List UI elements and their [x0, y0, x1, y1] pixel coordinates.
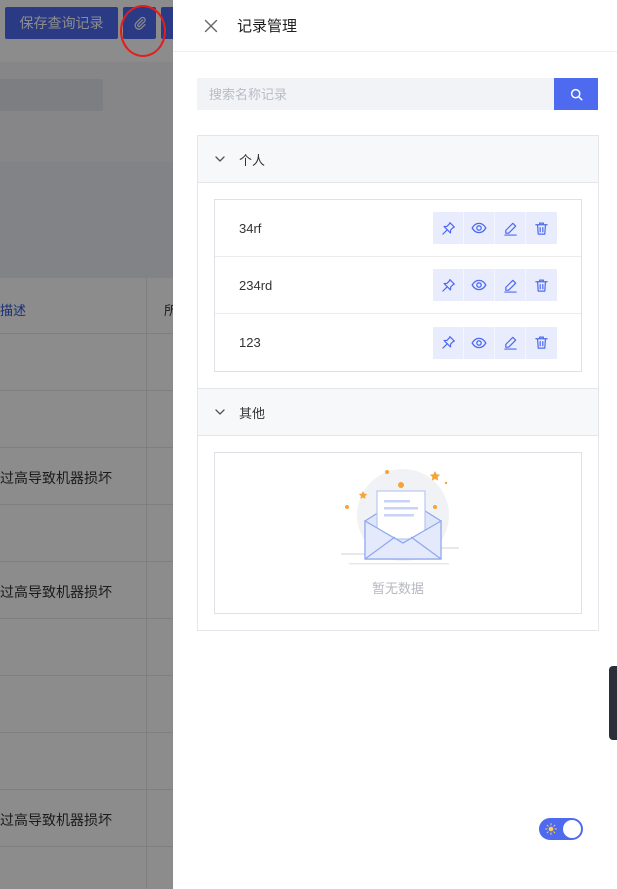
side-float-widget[interactable]	[609, 666, 617, 740]
search-icon	[570, 88, 583, 101]
edit-icon	[503, 222, 517, 236]
delete-button[interactable]	[526, 212, 557, 244]
pin-icon	[441, 278, 455, 292]
record-name: 34rf	[239, 220, 262, 236]
edit-icon	[503, 336, 517, 350]
record-actions	[433, 269, 557, 301]
edit-button[interactable]	[495, 326, 526, 359]
pin-icon	[441, 221, 455, 235]
drawer-title: 记录管理	[237, 18, 298, 35]
edit-icon	[503, 279, 517, 293]
view-button[interactable]	[464, 212, 495, 244]
search-input[interactable]	[197, 78, 554, 110]
record-name: 123	[239, 335, 261, 350]
empty-text: 暂无数据	[371, 581, 424, 596]
pin-button[interactable]	[433, 212, 464, 244]
trash-icon	[535, 336, 548, 349]
pin-button[interactable]	[433, 269, 464, 301]
view-button[interactable]	[464, 269, 495, 301]
delete-button[interactable]	[526, 269, 557, 301]
close-button[interactable]	[203, 18, 219, 34]
drawer-header: 记录管理	[173, 0, 617, 52]
edit-button[interactable]	[495, 269, 526, 301]
empty-state: 暂无数据	[214, 452, 582, 614]
panel-label-personal: 个人	[239, 152, 266, 168]
trash-icon	[535, 222, 548, 235]
trash-icon	[535, 279, 548, 292]
delete-button[interactable]	[526, 327, 557, 359]
record-actions	[433, 212, 557, 244]
theme-toggle[interactable]	[539, 818, 583, 840]
empty-mailbox-icon	[341, 469, 459, 565]
eye-icon	[471, 337, 487, 348]
record-management-drawer: 记录管理 个人 34rf	[173, 0, 617, 889]
panel-header-other[interactable]: 其他	[198, 389, 598, 436]
panel-header-personal[interactable]: 个人	[198, 136, 598, 183]
chevron-down-icon	[214, 406, 226, 418]
eye-icon	[471, 279, 487, 291]
edit-button[interactable]	[495, 212, 526, 244]
chevron-down-icon	[214, 153, 226, 165]
panel-body-other: 暂无数据	[198, 436, 598, 630]
pin-icon	[441, 336, 455, 349]
panel-label-other: 其他	[239, 405, 266, 421]
list-item: 234rd	[215, 257, 581, 314]
list-item: 34rf	[215, 200, 581, 257]
list-item: 123	[215, 314, 581, 371]
eye-icon	[471, 222, 487, 234]
view-button[interactable]	[464, 326, 495, 359]
toggle-knob	[563, 820, 581, 838]
pin-button[interactable]	[433, 326, 464, 359]
record-list: 34rf 234rd 123	[214, 199, 582, 372]
search-bar	[197, 78, 598, 110]
panel-body-personal: 34rf 234rd 123	[198, 183, 598, 389]
records-collapse: 个人 34rf 234rd 123 其他 暂无数据	[197, 135, 599, 631]
search-button[interactable]	[554, 78, 598, 110]
sun-icon	[545, 823, 557, 835]
record-actions	[433, 326, 557, 359]
record-name: 234rd	[239, 277, 273, 293]
close-icon	[204, 19, 218, 32]
